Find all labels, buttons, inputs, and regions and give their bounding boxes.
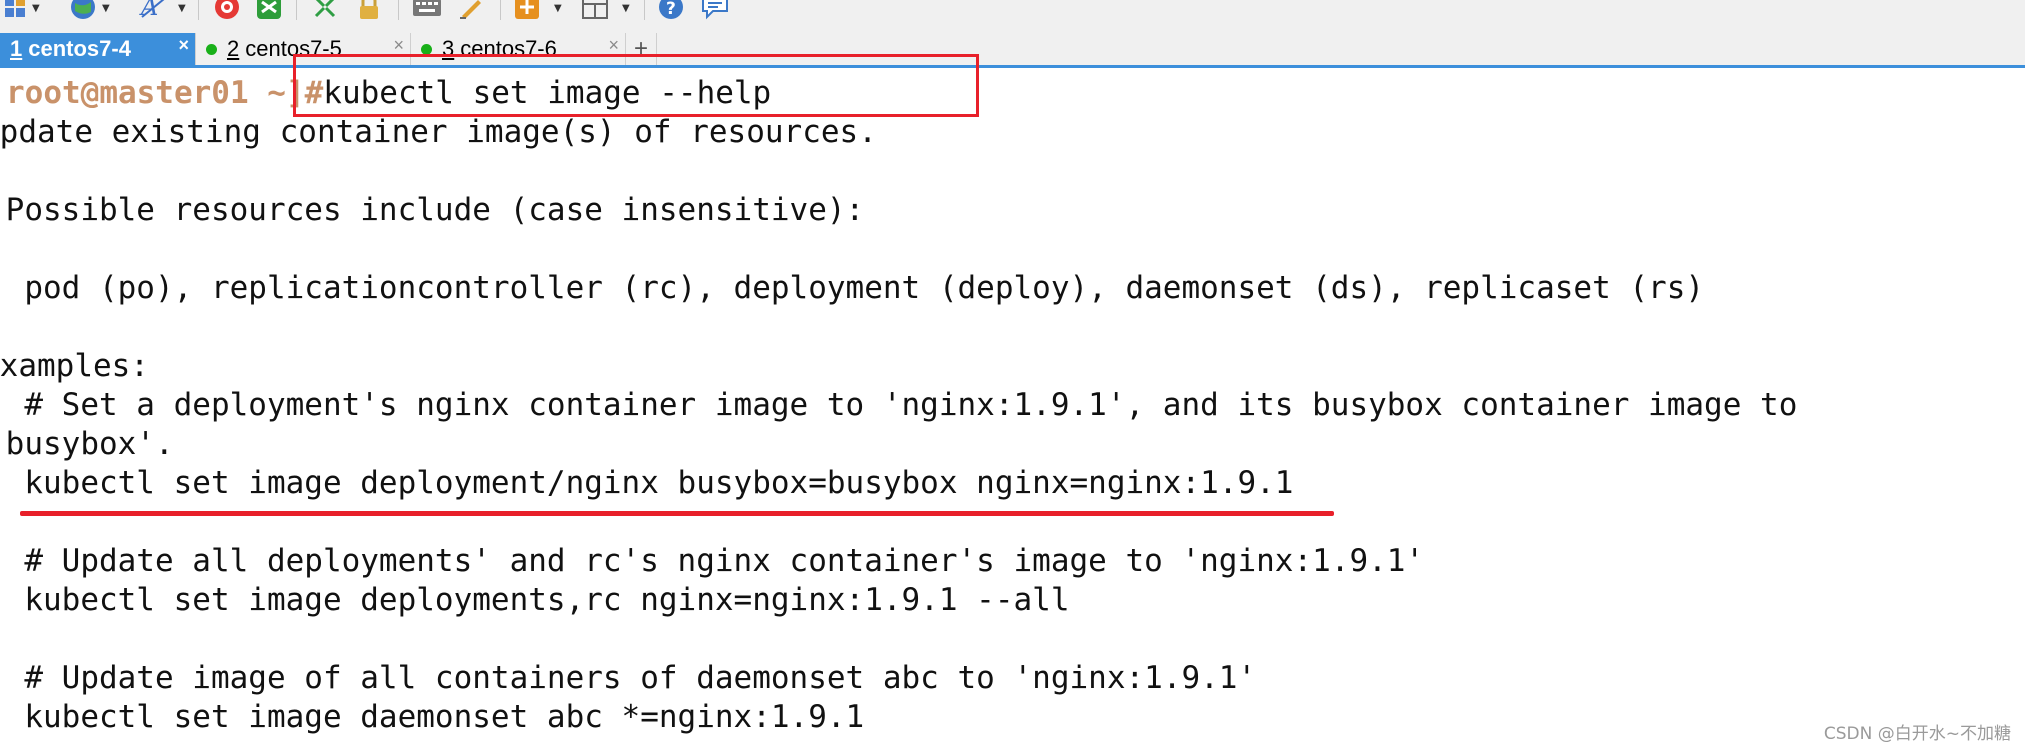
close-icon[interactable]: × xyxy=(608,35,619,56)
output-line: pod (po), replicationcontroller (rc), de… xyxy=(0,270,1705,306)
add-icon[interactable] xyxy=(512,0,542,20)
record-icon[interactable] xyxy=(212,0,242,20)
terminal-output[interactable]: root@master01 ~]#kubectl set image --hel… xyxy=(0,68,2025,751)
example-underline-mark xyxy=(20,511,1334,516)
toolbar-divider xyxy=(644,0,645,20)
layout-icon[interactable] xyxy=(580,0,610,20)
tab-centos7-4[interactable]: 1 centos7-4 × xyxy=(0,33,196,65)
connected-status-icon xyxy=(206,43,217,55)
font-icon[interactable]: A xyxy=(138,0,168,20)
toolbar-divider xyxy=(398,0,399,20)
lock-icon[interactable] xyxy=(354,0,384,20)
command-highlight-box xyxy=(293,54,979,117)
transfer-icon[interactable] xyxy=(310,0,340,20)
output-line: # Set a deployment's nginx container ima… xyxy=(0,387,1798,423)
toolbar-divider xyxy=(198,0,199,20)
output-line: # Update all deployments' and rc's nginx… xyxy=(0,543,1425,579)
chevron-down-icon[interactable]: ▼ xyxy=(178,4,188,14)
chevron-down-icon[interactable]: ▼ xyxy=(554,4,564,14)
output-line: Possible resources include (case insensi… xyxy=(0,192,865,228)
help-icon[interactable]: ? xyxy=(656,0,686,20)
new-session-icon[interactable] xyxy=(0,0,30,20)
tab-label: centos7-4 xyxy=(28,36,131,61)
chevron-down-icon[interactable]: ▼ xyxy=(622,4,632,14)
toolbar-divider xyxy=(296,0,297,20)
output-line: busybox'. xyxy=(0,426,174,462)
chevron-down-icon[interactable]: ▼ xyxy=(32,4,42,14)
output-line: Update existing container image(s) of re… xyxy=(0,114,877,150)
xftp-icon[interactable] xyxy=(254,0,284,20)
svg-text:?: ? xyxy=(666,0,676,19)
close-icon[interactable]: × xyxy=(393,35,404,56)
chevron-down-icon[interactable]: ▼ xyxy=(102,4,112,14)
output-line: kubectl set image deployments,rc nginx=n… xyxy=(0,582,1070,618)
tab-number: 1 xyxy=(10,36,23,61)
tab-number: 2 xyxy=(227,36,240,61)
toolbar-divider xyxy=(500,0,501,20)
output-line: Examples: xyxy=(0,348,149,384)
chat-icon[interactable] xyxy=(700,0,730,20)
output-line: # Update image of all containers of daem… xyxy=(0,660,1257,696)
prompt-user-host: root@master01 xyxy=(6,75,249,111)
globe-icon[interactable] xyxy=(68,0,98,20)
close-icon[interactable]: × xyxy=(178,35,189,56)
output-line: kubectl set image deployment/nginx busyb… xyxy=(0,465,1294,501)
output-line: kubectl set image daemonset abc *=nginx:… xyxy=(0,699,865,735)
watermark: CSDN @白开水~不加糖 xyxy=(1823,724,2011,744)
connected-status-icon xyxy=(421,43,432,55)
keyboard-icon[interactable] xyxy=(412,0,442,20)
highlight-pen-icon[interactable] xyxy=(456,0,486,20)
toolbar: ▼ ▼ A ▼ ▼ ▼ ? xyxy=(0,0,2025,30)
prompt-path: ~ xyxy=(248,75,286,111)
